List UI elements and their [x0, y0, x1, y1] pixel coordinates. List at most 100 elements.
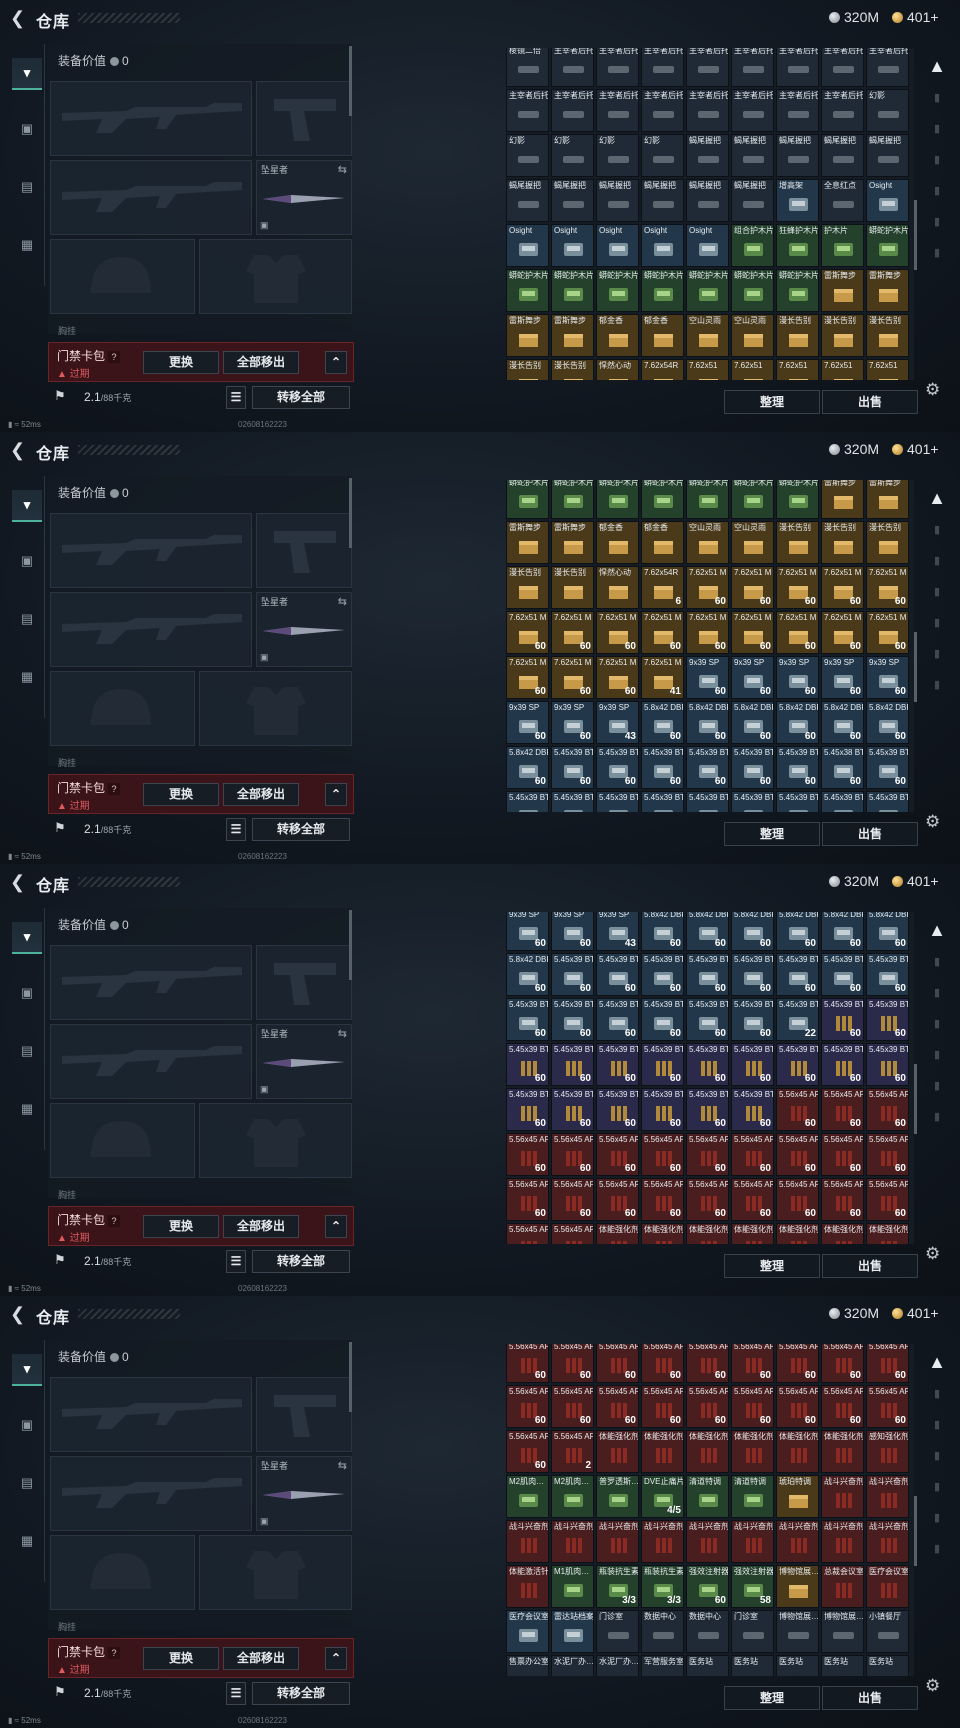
inventory-item[interactable]: 5.45x39 BT	[821, 791, 864, 812]
inventory-item[interactable]: 清道特调	[686, 1475, 729, 1518]
equipment-scrollbar[interactable]	[349, 1342, 352, 1412]
inventory-item[interactable]: 战斗兴奋剂	[776, 1520, 819, 1563]
back-arrow-icon[interactable]: ❮	[10, 873, 28, 891]
inventory-item[interactable]: 琥珀特调	[776, 1475, 819, 1518]
sidebar-tab-weapons[interactable]: ▾	[12, 922, 42, 954]
warehouse-scrollbar[interactable]	[914, 1496, 917, 1566]
inventory-item[interactable]: 幻影	[596, 134, 639, 177]
storage-icon[interactable]: ▲	[926, 56, 948, 77]
inventory-item[interactable]: 5.56x45 AP 60	[686, 1133, 729, 1176]
inventory-item[interactable]: 5.56x45 AP 2	[551, 1430, 594, 1473]
inventory-item[interactable]: 9x39 SP 60	[506, 912, 549, 951]
secondary-weapon-slot[interactable]	[256, 513, 352, 588]
inventory-item[interactable]: 5.45x39 BT 60	[821, 953, 864, 996]
sidebar-tab-backpack[interactable]: ▦	[12, 1094, 42, 1124]
inventory-item[interactable]: 雷斯舞步	[506, 521, 549, 564]
tab-icon[interactable]: ▮	[926, 1449, 948, 1462]
tab-icon[interactable]: ▮	[926, 1387, 948, 1400]
armor-slot[interactable]	[199, 1103, 352, 1178]
inventory-item[interactable]: 医疗会议室	[866, 1565, 909, 1608]
inventory-item[interactable]: 5.45x39 BT	[551, 791, 594, 812]
inventory-item[interactable]: 体能激活针	[506, 1565, 549, 1608]
inventory-item[interactable]: 体能强化剂	[776, 1223, 819, 1244]
storage-icon[interactable]: ▲	[926, 920, 948, 941]
inventory-item[interactable]: 5.56x45 AP 60	[506, 1344, 549, 1383]
inventory-item[interactable]: 雷达站档案	[551, 1610, 594, 1653]
settings-gear-icon[interactable]: ⚙	[925, 1244, 940, 1264]
armor-slot[interactable]	[199, 671, 352, 746]
inventory-item[interactable]: 漫长告别	[551, 359, 594, 380]
inventory-item[interactable]: 5.45x39 BT 60	[866, 1043, 909, 1086]
inventory-item[interactable]: Osight	[596, 224, 639, 267]
inventory-item[interactable]: 漫长告别	[506, 566, 549, 609]
warehouse-scrollbar[interactable]	[914, 1064, 917, 1134]
inventory-item[interactable]: 5.45x39 BT 60	[641, 998, 684, 1041]
equipment-scrollbar[interactable]	[349, 478, 352, 548]
swap-icon[interactable]: ⇆	[338, 163, 347, 176]
inventory-item[interactable]: 5.56x45 AP 60	[731, 1385, 774, 1428]
inventory-item[interactable]: 5.45x39 BT 60	[596, 998, 639, 1041]
inventory-item[interactable]: 主宰者后托	[596, 48, 639, 87]
help-icon[interactable]: ?	[108, 783, 121, 795]
helmet-slot[interactable]	[50, 239, 195, 314]
inventory-item[interactable]: 5.45x39 BT	[866, 791, 909, 812]
sidebar-tab-armor[interactable]: ▣	[12, 546, 42, 576]
transfer-all-button[interactable]: 转移全部	[252, 386, 350, 409]
inventory-item[interactable]: 5.8x42 DBP10 60	[506, 746, 549, 789]
inventory-item[interactable]: 清道特调	[731, 1475, 774, 1518]
collapse-icon[interactable]: ⌃	[325, 1215, 347, 1238]
inventory-item[interactable]: 5.8x42 DBP10 60	[506, 953, 549, 996]
inventory-item[interactable]: 水泥厂办…	[596, 1655, 639, 1676]
inventory-item[interactable]: 蟒蛇护木片	[686, 480, 729, 519]
melee-slot[interactable]: 坠星者 ⇆ ▣	[256, 592, 352, 667]
equipment-scrollbar[interactable]	[349, 910, 352, 980]
sell-button[interactable]: 出售	[822, 390, 918, 414]
inventory-item[interactable]: 蝎尾握把	[596, 179, 639, 222]
inventory-item[interactable]: 7.62x51 M 60	[596, 611, 639, 654]
inventory-item[interactable]: 5.8x42 DBP10 60	[866, 701, 909, 744]
inventory-item[interactable]: 瓶装抗生素 3/3	[596, 1565, 639, 1608]
inventory-item[interactable]: DVE止痛片 4/5	[641, 1475, 684, 1518]
inventory-item[interactable]: 5.56x45 AP 60	[821, 1385, 864, 1428]
inventory-item[interactable]: 7.62x51 M 60	[686, 566, 729, 609]
inventory-item[interactable]: 5.56x45 AP 60	[821, 1133, 864, 1176]
sell-button[interactable]: 出售	[822, 1686, 918, 1710]
gold-currency[interactable]: 401+	[892, 441, 939, 457]
inventory-item[interactable]: 5.56x45 AP 60	[776, 1088, 819, 1131]
inventory-item[interactable]: 战斗兴奋剂	[866, 1475, 909, 1518]
inventory-item[interactable]: 5.45x39 BT	[686, 791, 729, 812]
inventory-item[interactable]: 7.62x51 M 60	[866, 611, 909, 654]
inventory-item[interactable]: 蝎尾握把	[686, 179, 729, 222]
inventory-item[interactable]: 体能强化剂	[731, 1223, 774, 1244]
inventory-item[interactable]: 5.56x45 AP 60	[776, 1344, 819, 1383]
list-view-icon[interactable]: ☰	[226, 1250, 246, 1273]
back-arrow-icon[interactable]: ❮	[10, 1305, 28, 1323]
inventory-item[interactable]: 幻影	[866, 89, 909, 132]
help-icon[interactable]: ?	[108, 351, 121, 363]
inventory-item[interactable]: 5.45x39 BT 60	[551, 1088, 594, 1131]
inventory-item[interactable]: 雷斯舞步	[551, 521, 594, 564]
inventory-item[interactable]: 5.56x45 AP 60	[506, 1385, 549, 1428]
inventory-item[interactable]: 蟒蛇护木片	[506, 480, 549, 519]
replace-button[interactable]: 更换	[143, 1647, 219, 1670]
transfer-all-button[interactable]: 转移全部	[252, 1682, 350, 1705]
inventory-item[interactable]: 5.56x45 AP 60	[866, 1344, 909, 1383]
melee-slot[interactable]: 坠星者 ⇆ ▣	[256, 160, 352, 235]
inventory-item[interactable]: 总裁会议室	[821, 1565, 864, 1608]
settings-gear-icon[interactable]: ⚙	[925, 380, 940, 400]
sidebar-tab-rig[interactable]: ▤	[12, 172, 42, 202]
inventory-item[interactable]: 主宰者后托	[641, 48, 684, 87]
inventory-item[interactable]: 漫长告别	[821, 314, 864, 357]
inventory-item[interactable]: 蝎尾握把	[506, 179, 549, 222]
inventory-item[interactable]: 5.45x39 BT	[506, 791, 549, 812]
inventory-item[interactable]: 5.45x39 BT	[731, 791, 774, 812]
inventory-item[interactable]: 5.45x39 BT 60	[641, 1088, 684, 1131]
inventory-item[interactable]: 5.56x45 AP 60	[686, 1385, 729, 1428]
inventory-item[interactable]: 主宰者后托	[821, 89, 864, 132]
inventory-item[interactable]: 5.56x45 AP 60	[596, 1344, 639, 1383]
transfer-all-button[interactable]: 转移全部	[252, 1250, 350, 1273]
sidebar-tab-rig[interactable]: ▤	[12, 1468, 42, 1498]
inventory-item[interactable]: 9x39 SP 60	[551, 912, 594, 951]
access-card-bag[interactable]: 门禁卡包? ▲ 过期 更换 全部移出 ⌃	[48, 342, 354, 382]
helmet-slot[interactable]	[50, 1535, 195, 1610]
